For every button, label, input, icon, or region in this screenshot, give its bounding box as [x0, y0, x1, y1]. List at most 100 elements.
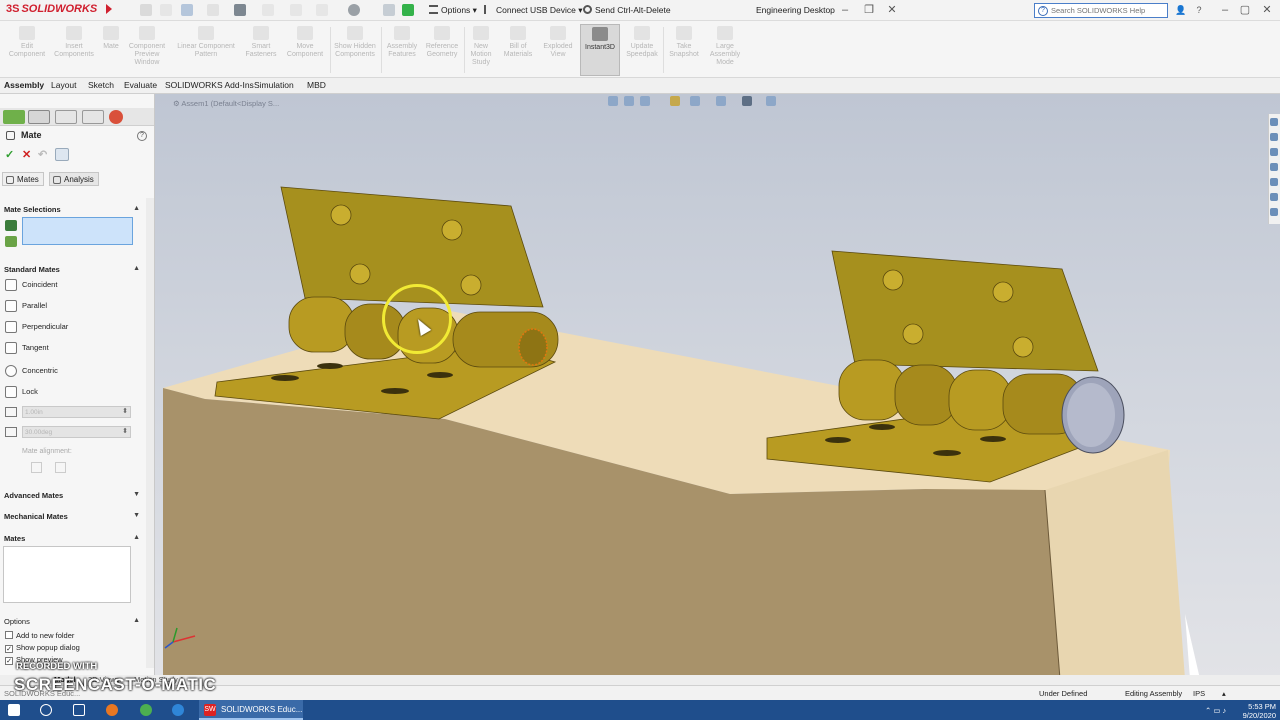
- new-motion-study-button[interactable]: New Motion Study: [466, 24, 496, 76]
- hinge-knuckle[interactable]: [894, 364, 958, 426]
- custom-properties-icon[interactable]: [1270, 208, 1278, 216]
- tab-addins[interactable]: SOLIDWORKS Add-Ins: [165, 80, 254, 90]
- component-preview-button[interactable]: Component Preview Window: [124, 24, 170, 76]
- pushpin-icon[interactable]: [55, 148, 69, 161]
- tab-assembly[interactable]: Assembly: [4, 80, 44, 90]
- undo-icon[interactable]: [262, 4, 274, 16]
- hinge-knuckle[interactable]: [948, 369, 1012, 431]
- distance-field[interactable]: 1.00in ⬍: [22, 406, 131, 418]
- checkbox-box[interactable]: [5, 631, 13, 639]
- mate-selections-header[interactable]: Mate Selections ▲: [0, 202, 146, 216]
- windows-start-icon[interactable]: [8, 704, 20, 716]
- save-icon[interactable]: [207, 4, 219, 16]
- add-to-new-folder-checkbox[interactable]: Add to new folder: [5, 631, 74, 640]
- feature-tree-root[interactable]: ⚙ Assem1 (Default<Display S...: [173, 99, 279, 108]
- checkbox-box[interactable]: ✓: [5, 657, 13, 665]
- app-minimize-icon[interactable]: –: [1216, 2, 1234, 18]
- zoom-area-icon[interactable]: [624, 96, 634, 106]
- update-speedpak-button[interactable]: Update Speedpak: [623, 24, 661, 76]
- user-account-icon[interactable]: 👤: [1172, 2, 1190, 18]
- bill-of-materials-button[interactable]: Bill of Materials: [499, 24, 537, 76]
- view-palette-icon[interactable]: [1270, 178, 1278, 186]
- firefox-icon[interactable]: [106, 704, 118, 716]
- block-right-face[interactable]: [1045, 450, 1185, 679]
- mechanical-mates-header[interactable]: Mechanical Mates ▼: [0, 509, 146, 523]
- perpendicular-mate[interactable]: Perpendicular: [0, 318, 146, 336]
- panel-scrollbar[interactable]: [146, 198, 154, 668]
- help-icon[interactable]: ?: [1190, 2, 1208, 18]
- settings-gear-icon[interactable]: [348, 4, 360, 16]
- tab-simulation[interactable]: Simulation: [254, 80, 294, 90]
- pin-hole-highlight[interactable]: [518, 328, 548, 366]
- options-menu[interactable]: Options ▾: [429, 5, 477, 16]
- select-icon[interactable]: [290, 4, 302, 16]
- graphics-area[interactable]: ⚙ Assem1 (Default<Display S...: [155, 94, 1280, 679]
- previous-view-icon[interactable]: [640, 96, 650, 106]
- monitor-icon[interactable]: [766, 96, 776, 106]
- help-icon[interactable]: ?: [137, 131, 147, 141]
- aligned-icon[interactable]: [31, 462, 42, 473]
- options-header[interactable]: Options ▲: [0, 614, 146, 628]
- solidworks-logo[interactable]: 3S SOLIDWORKS: [6, 3, 97, 15]
- ok-check-icon[interactable]: ✓: [5, 150, 14, 161]
- chrome-icon[interactable]: [140, 704, 152, 716]
- appearances-icon[interactable]: [1270, 193, 1278, 201]
- app-close-icon[interactable]: ✕: [1258, 2, 1276, 18]
- tab-analysis[interactable]: Analysis: [49, 172, 99, 186]
- tab-mates[interactable]: Mates: [2, 172, 44, 186]
- taskbar-solidworks-button[interactable]: SW SOLIDWORKS Educ...: [199, 700, 303, 720]
- minimize-icon[interactable]: –: [836, 2, 854, 18]
- edit-component-button[interactable]: Edit Component: [6, 24, 48, 76]
- assembly-features-button[interactable]: Assembly Features: [384, 24, 420, 76]
- show-hidden-button[interactable]: Show Hidden Components: [333, 24, 377, 76]
- restore-icon[interactable]: ❐: [860, 2, 878, 18]
- advanced-mates-header[interactable]: Advanced Mates ▼: [0, 488, 146, 502]
- checkbox-box[interactable]: ✓: [5, 645, 13, 653]
- resources-icon[interactable]: [1270, 133, 1278, 141]
- spinner-icon[interactable]: ⬍: [122, 407, 128, 415]
- system-tray-icons[interactable]: ⌃ ▭ ♪: [1205, 706, 1226, 715]
- new-document-icon[interactable]: [160, 4, 172, 16]
- mates-header[interactable]: Mates ▲: [0, 531, 146, 545]
- units-selector[interactable]: IPS: [1193, 689, 1205, 698]
- units-dropdown-icon[interactable]: ▴: [1222, 689, 1226, 698]
- cancel-x-icon[interactable]: ✕: [22, 150, 31, 161]
- app-restore-icon[interactable]: ▢: [1236, 2, 1254, 18]
- smart-fasteners-button[interactable]: Smart Fasteners: [242, 24, 280, 76]
- edge-icon[interactable]: [172, 704, 184, 716]
- help-search[interactable]: ?: [1034, 3, 1168, 18]
- dimxpert-icon[interactable]: [82, 110, 104, 124]
- take-snapshot-button[interactable]: Take Snapshot: [665, 24, 703, 76]
- anti-aligned-icon[interactable]: [55, 462, 66, 473]
- linear-pattern-button[interactable]: Linear Component Pattern: [172, 24, 240, 76]
- refresh-icon[interactable]: [402, 4, 414, 16]
- tab-layout[interactable]: Layout: [51, 80, 77, 90]
- tangent-mate[interactable]: Tangent: [0, 339, 146, 357]
- tab-evaluate[interactable]: Evaluate: [124, 80, 157, 90]
- menu-expand-arrow-icon[interactable]: [106, 4, 112, 14]
- home-icon[interactable]: [1270, 118, 1278, 126]
- instant3d-button[interactable]: Instant3D: [580, 24, 620, 76]
- hinge-knuckle[interactable]: [288, 296, 355, 353]
- print-icon[interactable]: [234, 4, 246, 16]
- move-component-button[interactable]: Move Component: [283, 24, 327, 76]
- right-hinge-top-leaf[interactable]: [831, 250, 1099, 372]
- lock-mate[interactable]: Lock: [0, 383, 146, 401]
- open-folder-icon[interactable]: [181, 4, 193, 16]
- close-icon[interactable]: ✕: [883, 2, 901, 18]
- rebuild-icon[interactable]: [316, 4, 328, 16]
- display-manager-icon[interactable]: [109, 110, 123, 124]
- mate-selection-list[interactable]: [22, 217, 133, 245]
- view-orientation-icon[interactable]: [690, 96, 700, 106]
- standard-mates-header[interactable]: Standard Mates ▲: [0, 262, 146, 276]
- tab-mbd[interactable]: MBD: [307, 80, 326, 90]
- reference-geometry-button[interactable]: Reference Geometry: [423, 24, 461, 76]
- parallel-mate[interactable]: Parallel: [0, 297, 146, 315]
- display-style-icon[interactable]: [716, 96, 726, 106]
- assembly-3d-model[interactable]: [155, 94, 1280, 679]
- insert-components-button[interactable]: Insert Components: [52, 24, 96, 76]
- spinner-icon[interactable]: ⬍: [122, 427, 128, 435]
- mate-button[interactable]: Mate: [99, 24, 123, 76]
- undo-icon[interactable]: ↶: [38, 150, 47, 161]
- section-view-icon[interactable]: [670, 96, 680, 106]
